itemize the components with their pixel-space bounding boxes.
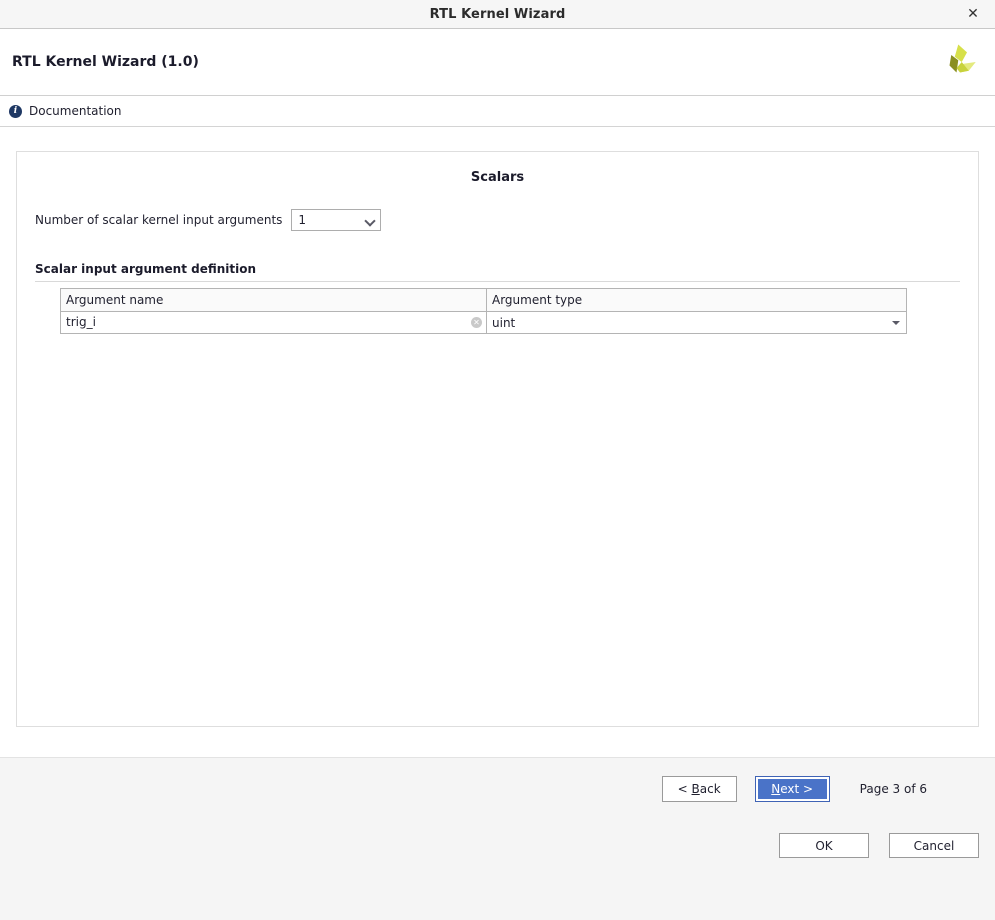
scalar-count-row: Number of scalar kernel input arguments …	[35, 209, 960, 231]
wizard-navigation-bar: < Back Next > Page 3 of 6	[0, 758, 995, 820]
close-icon[interactable]: ✕	[959, 0, 987, 28]
page-indicator: Page 3 of 6	[859, 782, 927, 796]
window-titlebar: RTL Kernel Wizard ✕	[0, 0, 995, 29]
argument-name-input-wrapper[interactable]: ✕	[61, 312, 486, 333]
wizard-page-area: Scalars Number of scalar kernel input ar…	[0, 127, 995, 758]
scalar-count-dropdown[interactable]: 1	[291, 209, 382, 231]
next-button[interactable]: Next >	[754, 776, 830, 802]
window-title: RTL Kernel Wizard	[429, 6, 566, 22]
argument-name-input[interactable]	[66, 315, 471, 330]
cell-argument-name: ✕	[60, 311, 487, 334]
table-row: ✕ uint	[60, 311, 907, 334]
scalar-argument-table: Argument name Argument type ✕ uint	[60, 288, 907, 334]
argument-type-dropdown[interactable]: uint	[487, 312, 906, 333]
clear-icon[interactable]: ✕	[471, 317, 482, 328]
documentation-link[interactable]: Documentation	[29, 104, 122, 118]
wizard-title: RTL Kernel Wizard (1.0)	[12, 54, 199, 70]
dialog-button-bar: OK Cancel	[0, 820, 995, 920]
scalars-panel: Scalars Number of scalar kernel input ar…	[16, 151, 979, 727]
column-header-argument-name: Argument name	[60, 288, 487, 312]
cancel-button[interactable]: Cancel	[889, 833, 979, 858]
column-header-argument-type: Argument type	[486, 288, 907, 312]
scalar-count-value: 1	[298, 213, 307, 227]
ok-button-label: OK	[815, 838, 833, 853]
ok-button[interactable]: OK	[779, 833, 869, 858]
wizard-banner: RTL Kernel Wizard (1.0)	[0, 29, 995, 96]
back-button[interactable]: < Back	[661, 776, 737, 802]
cell-argument-type: uint	[486, 311, 907, 334]
info-icon: i	[9, 104, 22, 118]
chevron-down-icon	[892, 320, 900, 325]
back-button-label: < Back	[677, 782, 721, 796]
group-divider	[35, 281, 960, 282]
table-header-row: Argument name Argument type	[60, 288, 907, 312]
xilinx-logo	[949, 44, 976, 73]
argument-type-value: uint	[492, 315, 516, 330]
documentation-bar: i Documentation	[0, 96, 995, 127]
page-title: Scalars	[470, 170, 525, 185]
chevron-down-icon	[365, 215, 376, 226]
cancel-button-label: Cancel	[913, 838, 955, 853]
group-title: Scalar input argument definition	[35, 262, 257, 276]
scalar-count-label: Number of scalar kernel input arguments	[35, 213, 283, 227]
next-button-label: Next >	[771, 782, 814, 796]
